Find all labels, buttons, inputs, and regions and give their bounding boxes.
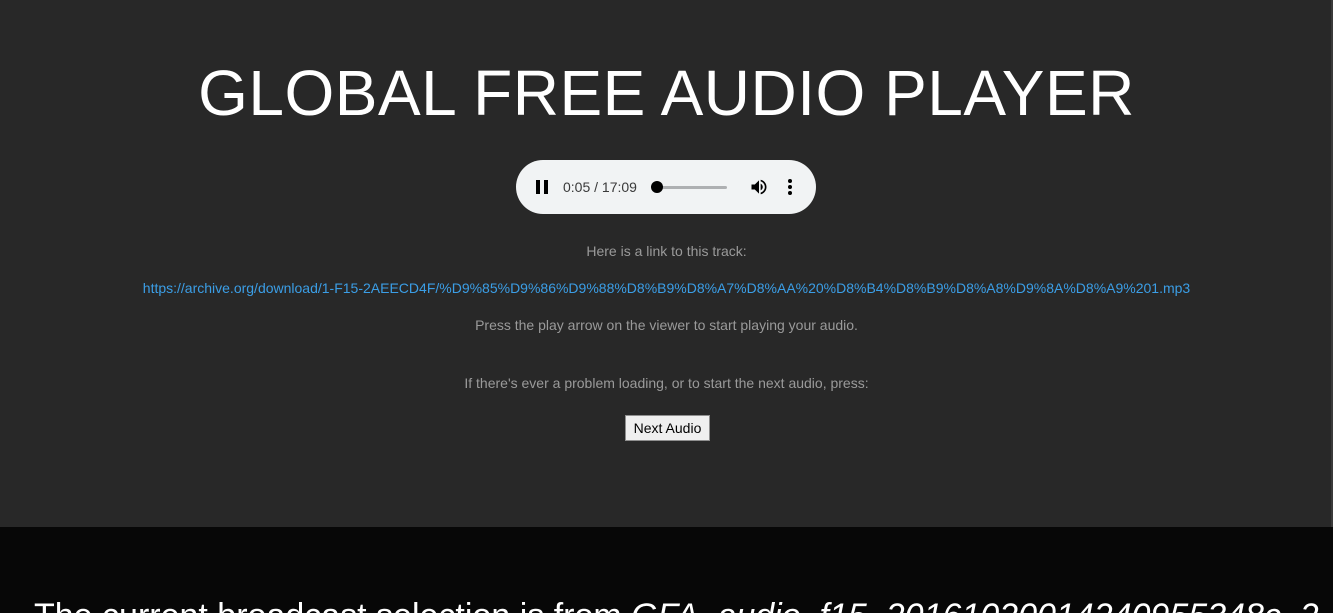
- time-display: 0:05 / 17:09: [563, 179, 637, 195]
- broadcast-selection-label: The current broadcast selection is from: [34, 597, 631, 613]
- pause-icon[interactable]: [536, 179, 550, 195]
- player-section: GLOBAL FREE AUDIO PLAYER 0:05 / 17:09 He…: [0, 0, 1333, 527]
- audio-player[interactable]: 0:05 / 17:09: [516, 160, 816, 214]
- track-link[interactable]: https://archive.org/download/1-F15-2AEEC…: [143, 280, 1190, 296]
- track-link-row: https://archive.org/download/1-F15-2AEEC…: [0, 280, 1333, 296]
- play-hint: Press the play arrow on the viewer to st…: [475, 317, 858, 333]
- broadcast-selection-text: The current broadcast selection is from …: [34, 597, 1319, 613]
- problem-hint: If there's ever a problem loading, or to…: [464, 375, 869, 391]
- next-audio-button[interactable]: Next Audio: [625, 415, 710, 441]
- broadcast-selection-id: GFA_audio_f15_20161020014240955348c_2: [631, 597, 1319, 613]
- page-title: GLOBAL FREE AUDIO PLAYER: [198, 57, 1135, 129]
- more-vertical-icon[interactable]: [780, 177, 800, 197]
- link-intro: Here is a link to this track:: [586, 243, 747, 259]
- seek-thumb[interactable]: [651, 181, 664, 193]
- seek-track: [657, 186, 727, 189]
- footer-section: The current broadcast selection is from …: [0, 527, 1333, 613]
- seek-bar[interactable]: [651, 181, 727, 193]
- volume-icon[interactable]: [748, 177, 770, 197]
